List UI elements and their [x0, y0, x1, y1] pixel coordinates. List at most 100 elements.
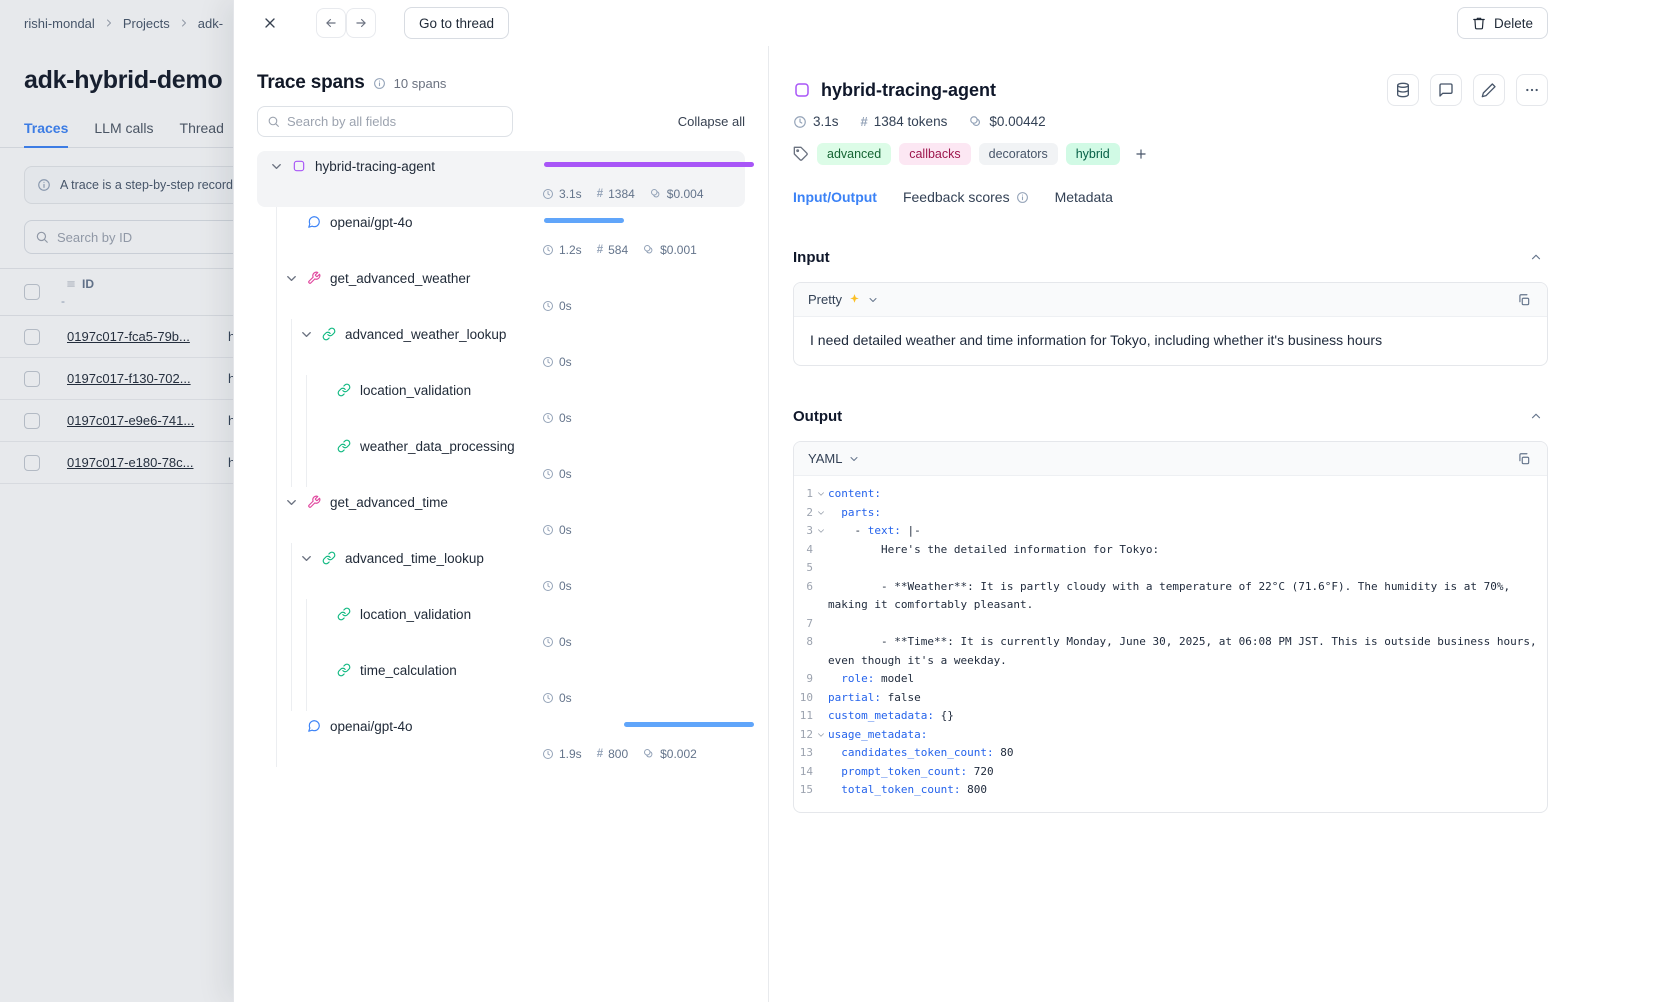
- input-collapse-button[interactable]: [1524, 245, 1548, 269]
- code-content: usage_metadata:: [828, 726, 927, 745]
- span-row[interactable]: weather_data_processing0s: [257, 431, 745, 487]
- table-row[interactable]: 0197c017-e180-78c...h: [0, 442, 233, 484]
- table-row[interactable]: 0197c017-fca5-79b...h: [0, 316, 233, 358]
- fold-chevron-icon[interactable]: [813, 485, 828, 504]
- span-row[interactable]: advanced_time_lookup0s: [257, 543, 745, 599]
- tab-metadata[interactable]: Metadata: [1055, 189, 1113, 205]
- more-actions-button[interactable]: [1516, 74, 1548, 106]
- span-row[interactable]: openai/gpt-4o1.9s#800$0.002: [257, 711, 745, 767]
- chevron-spacer: [314, 607, 329, 622]
- close-button[interactable]: [255, 8, 285, 38]
- tab-llm-calls[interactable]: LLM calls: [94, 111, 153, 148]
- detail-tokens: 1384 tokens: [874, 114, 948, 129]
- chevron-down-icon: [848, 453, 860, 465]
- prev-trace-button[interactable]: [316, 8, 346, 38]
- coins-icon: [969, 115, 983, 129]
- add-tag-button[interactable]: [1128, 141, 1154, 167]
- edit-button[interactable]: [1473, 74, 1505, 106]
- clock-icon: [542, 692, 554, 704]
- trace-id-link[interactable]: 0197c017-e9e6-741...: [67, 413, 194, 428]
- breadcrumb-item[interactable]: adk-: [198, 16, 223, 31]
- span-metrics: 0s: [542, 293, 737, 319]
- trace-id-link[interactable]: 0197c017-fca5-79b...: [67, 329, 190, 344]
- code-line: 13 candidates_token_count: 80: [799, 744, 1539, 763]
- expand-chevron-icon[interactable]: [284, 495, 299, 510]
- span-row[interactable]: get_advanced_weather0s: [257, 263, 745, 319]
- page-title: adk-hybrid-demo: [24, 66, 233, 95]
- span-row[interactable]: location_validation0s: [257, 599, 745, 655]
- go-to-thread-button[interactable]: Go to thread: [404, 7, 509, 39]
- span-metrics: 0s: [542, 405, 737, 431]
- output-format-select[interactable]: YAML: [808, 451, 860, 466]
- span-metrics: 0s: [542, 685, 737, 711]
- tab-thread[interactable]: Thread: [180, 111, 224, 148]
- span-row[interactable]: advanced_weather_lookup0s: [257, 319, 745, 375]
- collapse-all-button[interactable]: Collapse all: [678, 114, 745, 129]
- span-main: location_validation: [265, 375, 737, 405]
- input-format-select[interactable]: Pretty: [808, 292, 879, 307]
- select-all-checkbox[interactable]: [24, 284, 40, 300]
- clock-icon: [542, 188, 554, 200]
- yaml-code: 1content:2 parts:3 - text: |-4 Here's th…: [794, 476, 1547, 812]
- line-number: 14: [799, 763, 813, 782]
- trace-id-link[interactable]: 0197c017-e180-78c...: [67, 455, 193, 470]
- tag-icon: [793, 146, 809, 162]
- trace-id-search-input[interactable]: [57, 230, 233, 245]
- code-content: candidates_token_count: 80: [828, 744, 1013, 763]
- next-trace-button[interactable]: [346, 8, 376, 38]
- fold-spacer: [813, 578, 828, 597]
- span-row[interactable]: hybrid-tracing-agent3.1s#1384$0.004: [257, 151, 745, 207]
- span-metrics: 0s: [542, 517, 737, 543]
- table-row[interactable]: 0197c017-e9e6-741...h: [0, 400, 233, 442]
- output-box: YAML 1content:2 parts:3 - text: |-4 Here…: [793, 441, 1548, 813]
- copy-input-button[interactable]: [1511, 287, 1537, 313]
- copy-output-button[interactable]: [1511, 446, 1537, 472]
- delete-button[interactable]: Delete: [1457, 7, 1548, 39]
- search-icon: [35, 230, 49, 244]
- input-box: Pretty I need detailed weat: [793, 282, 1548, 366]
- tag-list: advancedcallbacksdecoratorshybrid: [817, 143, 1120, 165]
- chain-icon: [337, 439, 351, 453]
- pencil-icon: [1481, 82, 1497, 98]
- detail-stats: 3.1s # 1384 tokens $0.00442: [793, 114, 1548, 129]
- add-to-dataset-button[interactable]: [1387, 74, 1419, 106]
- comments-button[interactable]: [1430, 74, 1462, 106]
- input-text: I need detailed weather and time informa…: [794, 317, 1547, 365]
- llm-icon: [307, 215, 321, 229]
- span-row[interactable]: time_calculation0s: [257, 655, 745, 711]
- span-main: advanced_weather_lookup: [265, 319, 737, 349]
- info-icon: [1016, 191, 1029, 204]
- fold-chevron-icon[interactable]: [813, 504, 828, 523]
- span-row[interactable]: openai/gpt-4o1.2s#584$0.001: [257, 207, 745, 263]
- breadcrumb-item[interactable]: Projects: [123, 16, 170, 31]
- table-row[interactable]: 0197c017-f130-702...h: [0, 358, 233, 400]
- fold-chevron-icon[interactable]: [813, 726, 828, 745]
- span-row[interactable]: location_validation0s: [257, 375, 745, 431]
- row-checkbox[interactable]: [24, 455, 40, 471]
- expand-chevron-icon[interactable]: [284, 271, 299, 286]
- expand-chevron-icon[interactable]: [299, 551, 314, 566]
- row-checkbox[interactable]: [24, 371, 40, 387]
- row-checkbox[interactable]: [24, 413, 40, 429]
- id-filter-dash: -: [61, 294, 94, 308]
- code-line: 4 Here's the detailed information for To…: [799, 541, 1539, 560]
- tab-feedback-scores[interactable]: Feedback scores: [903, 189, 1029, 205]
- row-checkbox[interactable]: [24, 329, 40, 345]
- trace-id-link[interactable]: 0197c017-f130-702...: [67, 371, 191, 386]
- chevron-spacer: [284, 215, 299, 230]
- tab-input-output[interactable]: Input/Output: [793, 189, 877, 205]
- span-duration: 0s: [559, 467, 572, 481]
- tab-traces[interactable]: Traces: [24, 111, 68, 148]
- id-column-header[interactable]: ID -: [66, 277, 94, 308]
- breadcrumb-item[interactable]: rishi-mondal: [24, 16, 95, 31]
- output-collapse-button[interactable]: [1524, 404, 1548, 428]
- span-tokens: 584: [608, 243, 628, 257]
- clock-icon: [542, 524, 554, 536]
- span-tree: hybrid-tracing-agent3.1s#1384$0.004opena…: [257, 151, 745, 767]
- expand-chevron-icon[interactable]: [269, 159, 284, 174]
- expand-chevron-icon[interactable]: [299, 327, 314, 342]
- fold-chevron-icon[interactable]: [813, 522, 828, 541]
- chevron-right-icon: [178, 17, 190, 29]
- span-row[interactable]: get_advanced_time0s: [257, 487, 745, 543]
- span-search-input[interactable]: [287, 114, 487, 129]
